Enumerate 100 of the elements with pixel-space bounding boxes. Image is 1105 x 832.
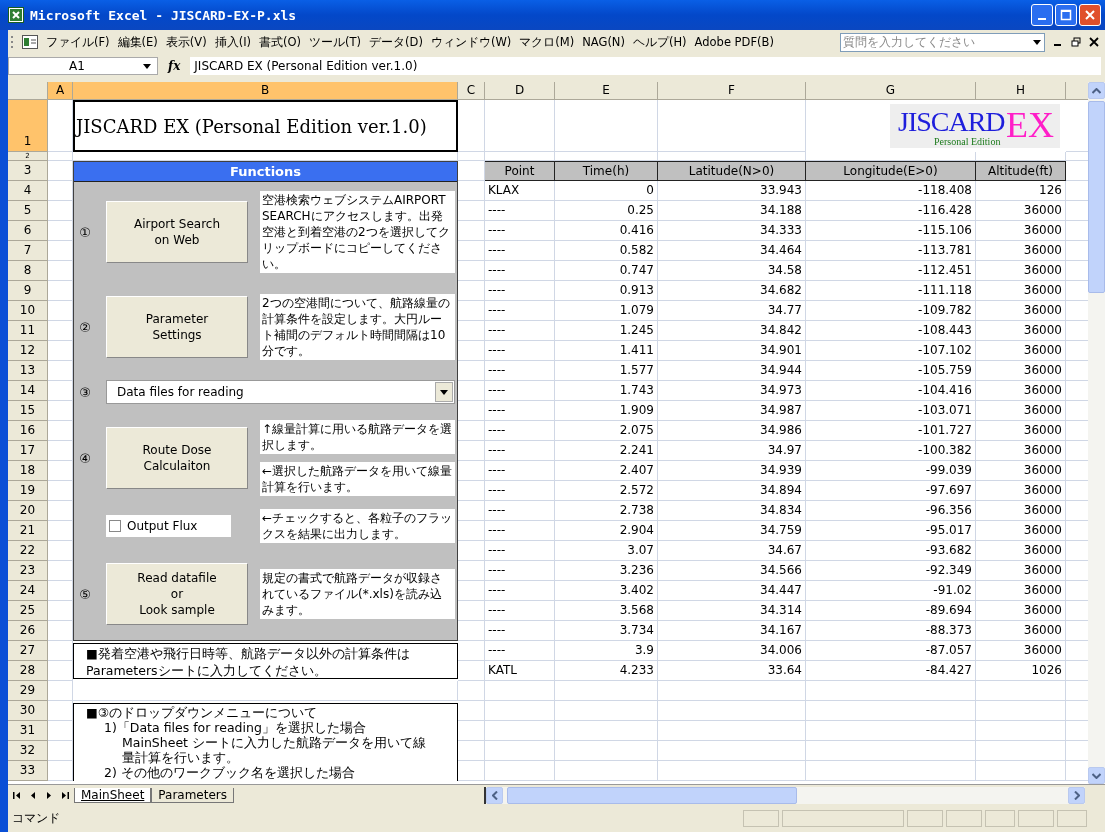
row-header[interactable]: 33 — [8, 761, 48, 781]
row-header[interactable]: 29 — [8, 681, 48, 701]
row-header[interactable]: 1 — [8, 100, 48, 152]
next-sheet-icon[interactable] — [44, 790, 54, 800]
row-header[interactable]: 24 — [8, 581, 48, 601]
row-header[interactable]: 11 — [8, 321, 48, 341]
menu-item[interactable]: ファイル(F) — [46, 34, 110, 50]
menu-item[interactable]: データ(D) — [369, 34, 423, 50]
row-header[interactable]: 12 — [8, 341, 48, 361]
row-header[interactable]: 17 — [8, 441, 48, 461]
row-header[interactable]: 16 — [8, 421, 48, 441]
column-header[interactable]: C — [458, 82, 485, 100]
row-header[interactable]: 3 — [8, 161, 48, 181]
sheet-cell[interactable] — [658, 761, 806, 781]
row-header[interactable]: 7 — [8, 241, 48, 261]
menu-item[interactable]: ウィンドウ(W) — [430, 34, 512, 50]
row-header[interactable]: 15 — [8, 401, 48, 421]
document-icon[interactable] — [22, 34, 38, 50]
sheet-cell[interactable] — [485, 761, 555, 781]
scroll-thumb[interactable] — [507, 786, 797, 804]
close-button[interactable] — [1079, 4, 1101, 26]
scroll-left-button[interactable] — [486, 786, 503, 804]
dropdown[interactable]: Data files for reading — [106, 380, 455, 404]
help-search-field[interactable]: 質問を入力してください — [840, 32, 1045, 52]
function-button[interactable]: Airport Search on Web — [106, 201, 248, 263]
sheet-cell[interactable] — [48, 681, 73, 701]
name-box[interactable]: A1 — [8, 57, 158, 75]
minimize-button[interactable] — [1031, 4, 1053, 26]
column-header[interactable]: B — [73, 82, 458, 100]
menu-item[interactable]: 表示(V) — [165, 34, 207, 50]
sheet-cell[interactable] — [458, 152, 485, 161]
checkbox-control[interactable]: Output Flux — [106, 515, 231, 537]
row-header[interactable]: 9 — [8, 281, 48, 301]
row-header[interactable]: 4 — [8, 181, 48, 201]
checkbox[interactable] — [109, 520, 121, 532]
column-header[interactable]: E — [555, 82, 658, 100]
function-button[interactable]: Read datafile or Look sample — [106, 563, 248, 625]
column-header[interactable]: H — [976, 82, 1066, 100]
sheet-tab[interactable]: Parameters — [151, 787, 235, 803]
row-header[interactable]: 18 — [8, 461, 48, 481]
row-header[interactable]: 31 — [8, 721, 48, 741]
menu-item[interactable]: ツール(T) — [309, 34, 362, 50]
menu-item[interactable]: NAG(N) — [582, 35, 625, 49]
sheet-cell[interactable] — [555, 761, 658, 781]
scroll-thumb[interactable] — [1088, 101, 1105, 293]
function-button[interactable]: Parameter Settings — [106, 296, 248, 358]
row-header[interactable]: 30 — [8, 701, 48, 721]
row-header[interactable]: 23 — [8, 561, 48, 581]
row-header[interactable]: 5 — [8, 201, 48, 221]
row-header[interactable]: 25 — [8, 601, 48, 621]
select-all-button[interactable] — [8, 82, 48, 100]
sheet-cell[interactable] — [976, 761, 1066, 781]
last-sheet-icon[interactable] — [60, 790, 70, 800]
sheet-cell[interactable] — [658, 100, 806, 152]
row-header[interactable]: 13 — [8, 361, 48, 381]
scroll-right-button[interactable] — [1068, 786, 1085, 804]
function-button[interactable]: Route Dose Calculaiton — [106, 427, 248, 489]
restore-icon[interactable] — [1071, 37, 1081, 47]
sheet-cell[interactable] — [458, 681, 485, 701]
column-header[interactable]: G — [806, 82, 976, 100]
column-header[interactable]: A — [48, 82, 73, 100]
sheet-cell[interactable] — [73, 681, 458, 701]
sheet-cell[interactable] — [806, 701, 976, 721]
column-header[interactable]: F — [658, 82, 806, 100]
first-sheet-icon[interactable] — [12, 790, 22, 800]
sheet-cell[interactable] — [976, 741, 1066, 761]
previous-sheet-icon[interactable] — [28, 790, 38, 800]
row-header[interactable]: 27 — [8, 641, 48, 661]
sheet-cell[interactable] — [555, 721, 658, 741]
sheet-cell[interactable] — [658, 721, 806, 741]
scroll-down-button[interactable] — [1088, 767, 1105, 784]
sheet-cell[interactable] — [806, 761, 976, 781]
sheet-cell[interactable] — [658, 741, 806, 761]
row-header[interactable]: 32 — [8, 741, 48, 761]
row-header[interactable]: 19 — [8, 481, 48, 501]
title-cell[interactable]: JISCARD EX (Personal Edition ver.1.0) — [73, 100, 458, 152]
sheet-cell[interactable] — [485, 741, 555, 761]
row-header[interactable]: 6 — [8, 221, 48, 241]
function-label[interactable]: fx — [168, 59, 181, 73]
sheet-cell[interactable] — [485, 721, 555, 741]
sheet-cell[interactable] — [555, 701, 658, 721]
sheet-tab[interactable]: MainSheet — [74, 787, 152, 803]
sheet-cell[interactable] — [485, 100, 555, 152]
row-header[interactable]: 26 — [8, 621, 48, 641]
row-header[interactable]: 28 — [8, 661, 48, 681]
row-header[interactable]: 21 — [8, 521, 48, 541]
sheet-cell[interactable] — [555, 741, 658, 761]
menu-item[interactable]: 編集(E) — [117, 34, 158, 50]
sheet-cell[interactable] — [806, 721, 976, 741]
scroll-up-button[interactable] — [1088, 82, 1105, 99]
sheet-cell[interactable] — [555, 100, 658, 152]
sheet-cell[interactable] — [485, 701, 555, 721]
sheet-cell[interactable] — [48, 152, 73, 161]
row-header[interactable]: 8 — [8, 261, 48, 281]
row-header[interactable]: 22 — [8, 541, 48, 561]
column-header[interactable]: D — [485, 82, 555, 100]
sheet-cell[interactable] — [658, 701, 806, 721]
sheet-cell[interactable] — [976, 721, 1066, 741]
sheet-cell[interactable] — [976, 701, 1066, 721]
close-icon[interactable] — [1089, 37, 1099, 47]
